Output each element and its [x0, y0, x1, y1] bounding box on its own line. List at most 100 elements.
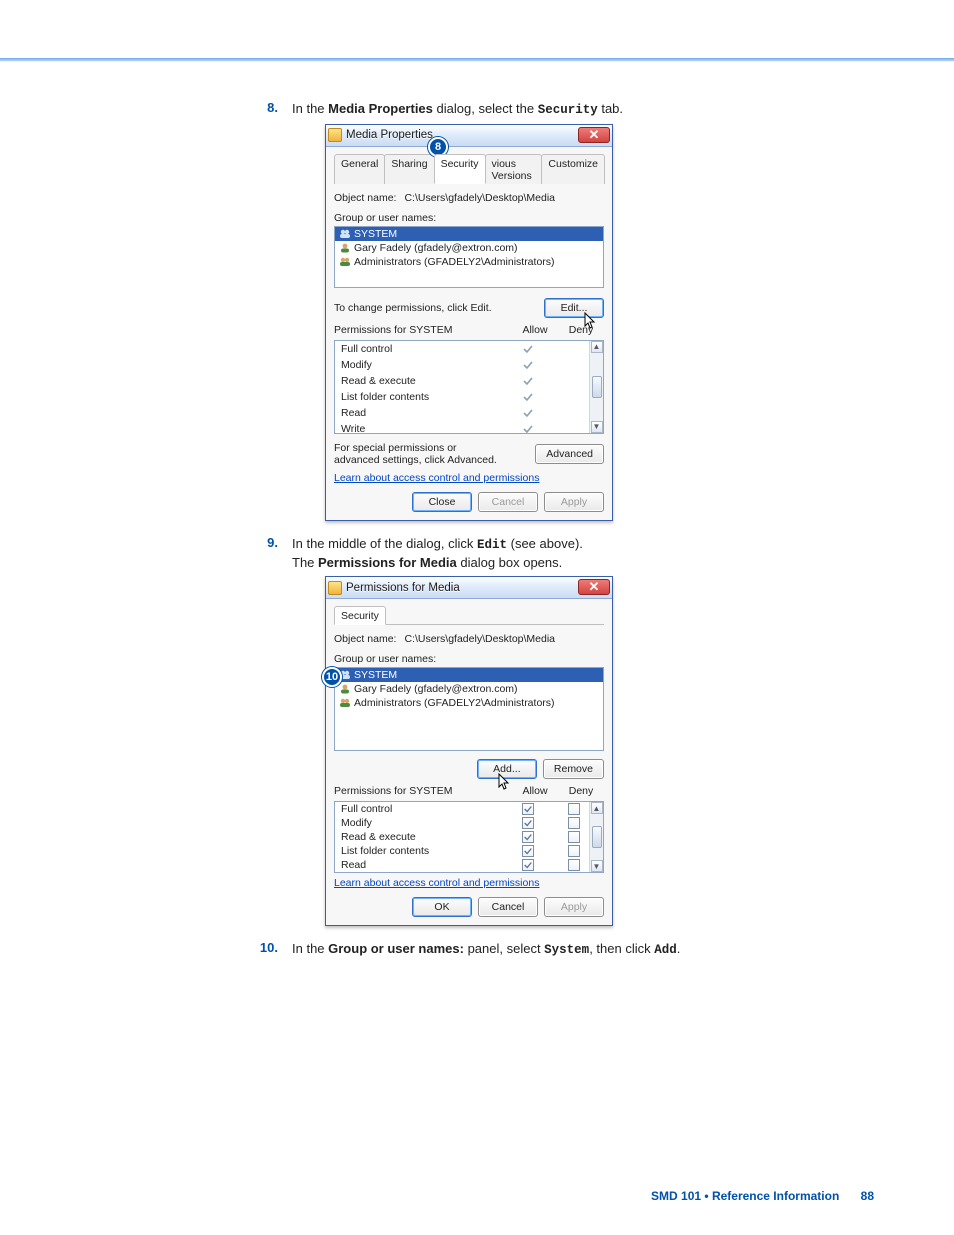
cancel-button[interactable]: Cancel: [478, 492, 538, 512]
allow-checkbox[interactable]: [522, 859, 534, 871]
change-permissions-text: To change permissions, click Edit.: [334, 302, 492, 314]
permission-row: Full control: [335, 341, 603, 357]
txt-strong: Media Properties: [328, 101, 433, 116]
permission-name: Modify: [341, 817, 505, 829]
remove-button[interactable]: Remove: [543, 759, 604, 779]
allow-check-icon: [521, 422, 535, 433]
permission-row: List folder contents: [335, 389, 603, 405]
close-icon[interactable]: ✕: [578, 579, 610, 595]
allow-checkbox[interactable]: [522, 803, 534, 815]
deny-checkbox[interactable]: [568, 845, 580, 857]
footer-page-number: 88: [861, 1189, 874, 1203]
deny-checkbox[interactable]: [568, 803, 580, 815]
allow-checkbox[interactable]: [522, 817, 534, 829]
txt: dialog, select the: [433, 101, 538, 116]
permission-row: List folder contents: [335, 844, 603, 858]
tab-security[interactable]: Security: [334, 606, 386, 625]
edit-button[interactable]: Edit...: [544, 298, 604, 318]
step-number: 10.: [250, 940, 282, 955]
tab-sharing[interactable]: Sharing: [384, 154, 434, 184]
scroll-up-icon[interactable]: ▲: [591, 802, 603, 814]
scrollbar[interactable]: ▲ ▼: [589, 802, 603, 872]
step-number: 9.: [250, 535, 282, 550]
advanced-text: For special permissions or advanced sett…: [334, 442, 504, 466]
learn-link[interactable]: Learn about access control and permissio…: [334, 877, 539, 889]
col-allow: Allow: [512, 785, 558, 797]
list-item[interactable]: Administrators (GFADELY2\Administrators): [335, 696, 603, 710]
cancel-button[interactable]: Cancel: [478, 897, 538, 917]
permissions-for-media-dialog: Permissions for Media ✕ Security Object …: [325, 576, 613, 926]
scrollbar[interactable]: ▲ ▼: [589, 341, 603, 433]
txt: In the middle of the dialog, click: [292, 536, 477, 551]
permission-row: Modify: [335, 357, 603, 373]
dialog-title: Media Properties: [346, 129, 433, 141]
txt: .: [677, 941, 681, 956]
deny-checkbox[interactable]: [568, 859, 580, 871]
scroll-down-icon[interactable]: ▼: [591, 421, 603, 433]
user-icon: [339, 242, 351, 254]
deny-check-icon: [567, 422, 581, 433]
dialog-title: Permissions for Media: [346, 582, 460, 594]
group-listbox[interactable]: SYSTEM Gary Fadely (gfadely@extron.com): [334, 667, 604, 751]
list-item-label: Gary Fadely (gfadely@extron.com): [354, 683, 518, 695]
scroll-thumb[interactable]: [592, 826, 602, 848]
permission-name: Full control: [341, 803, 505, 815]
list-item[interactable]: SYSTEM: [335, 668, 603, 682]
step-text-10: In the Group or user names: panel, selec…: [292, 940, 680, 960]
folder-icon: [328, 128, 342, 142]
list-item[interactable]: Gary Fadely (gfadely@extron.com): [335, 682, 603, 696]
txt-code: Edit: [477, 538, 507, 552]
apply-button[interactable]: Apply: [544, 897, 604, 917]
group-icon: [339, 228, 351, 240]
tab-security[interactable]: Security: [434, 154, 486, 184]
list-item-label: Administrators (GFADELY2\Administrators): [354, 256, 555, 268]
tab-general[interactable]: General: [334, 154, 385, 184]
list-item-label: SYSTEM: [354, 669, 397, 681]
tab-previous-versions[interactable]: vious Versions: [485, 154, 543, 184]
permission-name: Modify: [341, 359, 505, 371]
folder-icon: [328, 581, 342, 595]
page-top-rule: [0, 58, 954, 62]
txt-code: System: [544, 943, 589, 957]
add-button[interactable]: Add...: [477, 759, 537, 779]
learn-link[interactable]: Learn about access control and permissio…: [334, 472, 539, 484]
permission-name: Write: [341, 423, 505, 433]
deny-checkbox[interactable]: [568, 817, 580, 829]
allow-checkbox[interactable]: [522, 845, 534, 857]
txt: (see above).: [507, 536, 583, 551]
object-name-value: C:\Users\gfadely\Desktop\Media: [404, 633, 555, 645]
list-item[interactable]: Gary Fadely (gfadely@extron.com): [335, 241, 603, 255]
ok-button[interactable]: OK: [412, 897, 472, 917]
scroll-down-icon[interactable]: ▼: [591, 860, 603, 872]
media-properties-dialog: Media Properties ✕ General Sharing Secur…: [325, 124, 613, 521]
permission-row: Full control: [335, 802, 603, 816]
close-button[interactable]: Close: [412, 492, 472, 512]
permissions-grid: Full control Modify Read & execute List fol…: [334, 340, 604, 434]
permission-name: Read: [341, 859, 505, 871]
deny-checkbox[interactable]: [568, 831, 580, 843]
scroll-thumb[interactable]: [592, 376, 602, 398]
scroll-up-icon[interactable]: ▲: [591, 341, 603, 353]
apply-button[interactable]: Apply: [544, 492, 604, 512]
permission-row: Read & execute: [335, 373, 603, 389]
list-item[interactable]: SYSTEM: [335, 227, 603, 241]
advanced-button[interactable]: Advanced: [535, 444, 604, 464]
user-icon: [339, 683, 351, 695]
dialog-titlebar[interactable]: Media Properties ✕: [326, 125, 612, 147]
group-label: Group or user names:: [334, 653, 604, 665]
list-item-label: Gary Fadely (gfadely@extron.com): [354, 242, 518, 254]
group-listbox[interactable]: SYSTEM Gary Fadely (gfadely@extron.com): [334, 226, 604, 288]
permission-name: Read: [341, 407, 505, 419]
dialog-titlebar[interactable]: Permissions for Media ✕: [326, 577, 612, 599]
permission-name: List folder contents: [341, 391, 505, 403]
close-icon[interactable]: ✕: [578, 127, 610, 143]
allow-checkbox[interactable]: [522, 831, 534, 843]
step-10: 10. In the Group or user names: panel, s…: [250, 940, 874, 960]
allow-check-icon: [521, 358, 535, 372]
tab-customize[interactable]: Customize: [541, 154, 605, 184]
list-item[interactable]: Administrators (GFADELY2\Administrators): [335, 255, 603, 269]
permission-name: List folder contents: [341, 845, 505, 857]
txt-code: Add: [654, 943, 677, 957]
group-label: Group or user names:: [334, 212, 604, 224]
footer-section: Reference Information: [712, 1189, 839, 1203]
